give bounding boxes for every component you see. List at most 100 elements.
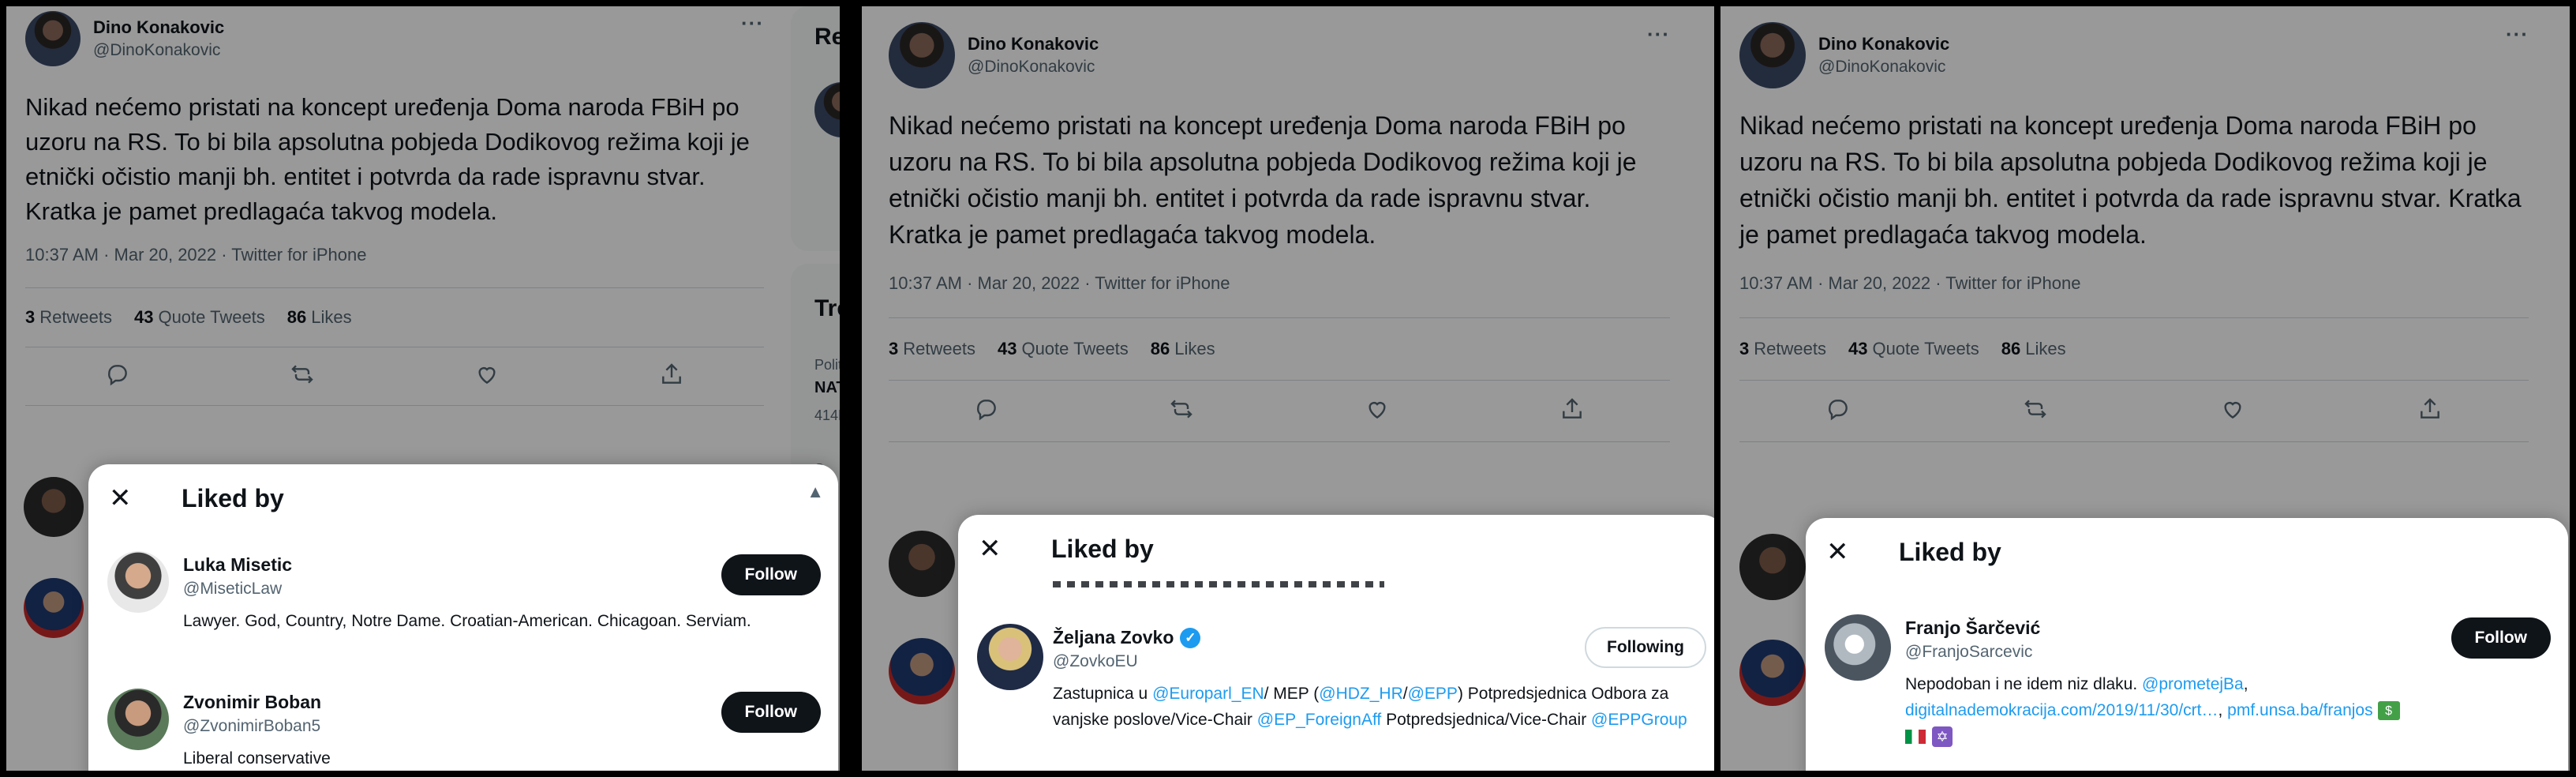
retweets-link[interactable]: 3 Retweets (1739, 339, 1826, 359)
likes-link[interactable]: 86 Likes (1151, 339, 1215, 359)
tweet-meta[interactable]: 10:37 AM · Mar 20, 2022 · Twitter for iP… (25, 245, 764, 265)
liker-row[interactable]: Luka Misetic @MiseticLaw Follow Lawyer. … (88, 551, 838, 670)
bio-link[interactable]: pmf.unsa.ba/franjos (2227, 701, 2372, 719)
divider (1739, 380, 2529, 381)
following-button[interactable]: Following (1585, 627, 1706, 668)
tweet: Dino Konakovic @DinoKonakovic ··· Nikad … (889, 22, 1670, 442)
liker-avatar[interactable] (107, 551, 169, 613)
author-name[interactable]: Dino Konakovic (968, 34, 1099, 54)
retweet-icon[interactable] (2023, 396, 2048, 426)
liker-row[interactable]: Zvonimir Boban @ZvonimirBoban5 Follow Li… (88, 689, 838, 771)
liker-avatar[interactable] (977, 624, 1043, 690)
liker-name[interactable]: Željana Zovko ✓ (1053, 627, 1201, 648)
divider (1739, 441, 2529, 442)
follow-button[interactable]: Follow (2451, 617, 2551, 659)
trends-title: Tren (814, 295, 840, 321)
author-name[interactable]: Dino Konakovic (1818, 34, 1949, 54)
divider (889, 380, 1670, 381)
liker-bio: Lawyer. God, Country, Notre Dame. Croati… (183, 612, 751, 630)
quote-tweets-link[interactable]: 43 Quote Tweets (134, 307, 265, 328)
bio-link[interactable]: @EPP (1408, 685, 1458, 703)
like-icon[interactable] (1365, 396, 1390, 426)
liker-handle[interactable]: @ZvonimirBoban5 (183, 717, 320, 736)
liker-bio: Liberal conservative (183, 749, 331, 768)
author-handle[interactable]: @DinoKonakovic (93, 41, 224, 60)
liker-row[interactable]: Franjo Šarčević @FranjoSarcevic Follow N… (1806, 614, 2568, 771)
tweet-text: Nikad nećemo pristati na koncept uređenj… (1739, 111, 2522, 249)
author-avatar[interactable] (889, 22, 955, 88)
bio-link[interactable]: @HDZ_HR (1319, 685, 1403, 703)
follow-button[interactable]: Follow (721, 692, 821, 733)
liker-name[interactable]: Zvonimir Boban (183, 692, 321, 713)
more-options-icon[interactable]: ··· (2506, 22, 2529, 47)
reply-avatar (1739, 640, 1806, 706)
tweet-header: Dino Konakovic @DinoKonakovic ··· (25, 11, 764, 66)
reply-icon[interactable] (105, 362, 130, 391)
share-icon[interactable] (659, 362, 684, 391)
liked-by-modal: ✕ Liked by Željana Zovko ✓ @ZovkoEU Follo… (958, 515, 1714, 771)
quote-tweets-link[interactable]: 43 Quote Tweets (998, 339, 1129, 359)
more-options-icon[interactable]: ··· (1647, 22, 1670, 47)
tweet: Dino Konakovic @DinoKonakovic ··· Nikad … (25, 11, 764, 406)
liker-handle[interactable]: @FranjoSarcevic (1905, 643, 2032, 662)
tweet-text: Nikad nećemo pristati na koncept uređenj… (889, 111, 1637, 249)
retweets-link[interactable]: 3 Retweets (25, 307, 112, 328)
trend-name[interactable]: NATO (814, 379, 840, 397)
bio-link[interactable]: @EPPGroup (1591, 711, 1687, 729)
reply-avatar (1739, 534, 1806, 600)
reply-icon[interactable] (974, 396, 999, 426)
follow-button[interactable]: Follow (721, 554, 821, 595)
bio-link[interactable]: @Europarl_EN (1152, 685, 1264, 703)
share-icon[interactable] (1559, 396, 1585, 426)
bio-link[interactable]: @EP_ForeignAff (1257, 711, 1382, 729)
relevant-people-title: Rele (814, 24, 840, 50)
retweets-link[interactable]: 3 Retweets (889, 339, 975, 359)
liker-name[interactable]: Luka Misetic (183, 554, 292, 576)
reply-avatar (889, 638, 955, 704)
author-handle[interactable]: @DinoKonakovic (1818, 58, 1949, 77)
liker-row[interactable]: Željana Zovko ✓ @ZovkoEU Following Zastup… (958, 624, 1714, 771)
tweet-stats: 3 Retweets 43 Quote Tweets 86 Likes (1739, 339, 2529, 359)
like-icon[interactable] (2220, 396, 2245, 426)
retweet-icon[interactable] (290, 362, 315, 391)
modal-title: Liked by (1899, 537, 2001, 566)
close-icon[interactable]: ✕ (1826, 539, 1849, 565)
tweet-header: Dino Konakovic @DinoKonakovic ··· (1739, 22, 2529, 88)
liked-by-modal: ✕ Liked by ▲ Luka Misetic @MiseticLaw Fo… (88, 464, 838, 771)
divider (889, 441, 1670, 442)
liker-handle[interactable]: @MiseticLaw (183, 580, 282, 599)
likes-link[interactable]: 86 Likes (2001, 339, 2066, 359)
tweet-text: Nikad nećemo pristati na koncept uređenj… (25, 93, 750, 225)
author-name[interactable]: Dino Konakovic (93, 17, 224, 38)
tweet-meta[interactable]: 10:37 AM · Mar 20, 2022 · Twitter for iP… (1739, 273, 2529, 294)
six-pointed-star-icon: ✡ (1932, 726, 1953, 748)
reply-icon[interactable] (1825, 396, 1851, 426)
trend-category: Politic (814, 357, 840, 373)
more-options-icon[interactable]: ··· (741, 11, 764, 36)
scroll-up-icon[interactable]: ▲ (807, 482, 824, 502)
liker-bio: Nepodoban i ne idem niz dlaku. @prometej… (1905, 671, 2554, 749)
quote-tweets-link[interactable]: 43 Quote Tweets (1848, 339, 1979, 359)
tweet-header: Dino Konakovic @DinoKonakovic ··· (889, 22, 1670, 88)
liker-name[interactable]: Franjo Šarčević (1905, 617, 2040, 639)
author-avatar[interactable] (25, 11, 80, 66)
like-icon[interactable] (474, 362, 500, 391)
liker-avatar[interactable] (107, 689, 169, 750)
liker-handle[interactable]: @ZovkoEU (1053, 652, 1138, 671)
bio-link[interactable]: digitalnademokracija.com/2019/11/30/crt… (1905, 701, 2218, 719)
liker-avatar[interactable] (1825, 614, 1891, 681)
modal-header: ✕ Liked by (958, 515, 1714, 583)
tweet-meta[interactable]: 10:37 AM · Mar 20, 2022 · Twitter for iP… (889, 273, 1670, 294)
author-handle[interactable]: @DinoKonakovic (968, 58, 1099, 77)
close-icon[interactable]: ✕ (109, 485, 132, 512)
author-avatar[interactable] (1739, 22, 1806, 88)
verified-icon: ✓ (1180, 627, 1201, 648)
bio-link[interactable]: @prometejBa (2142, 675, 2244, 693)
close-icon[interactable]: ✕ (979, 535, 1002, 562)
divider (889, 317, 1670, 318)
likes-link[interactable]: 86 Likes (287, 307, 352, 328)
money-emoji-icon: $ (2377, 701, 2400, 721)
share-icon[interactable] (2417, 396, 2443, 426)
retweet-icon[interactable] (1169, 396, 1194, 426)
reply-avatar (889, 531, 955, 597)
